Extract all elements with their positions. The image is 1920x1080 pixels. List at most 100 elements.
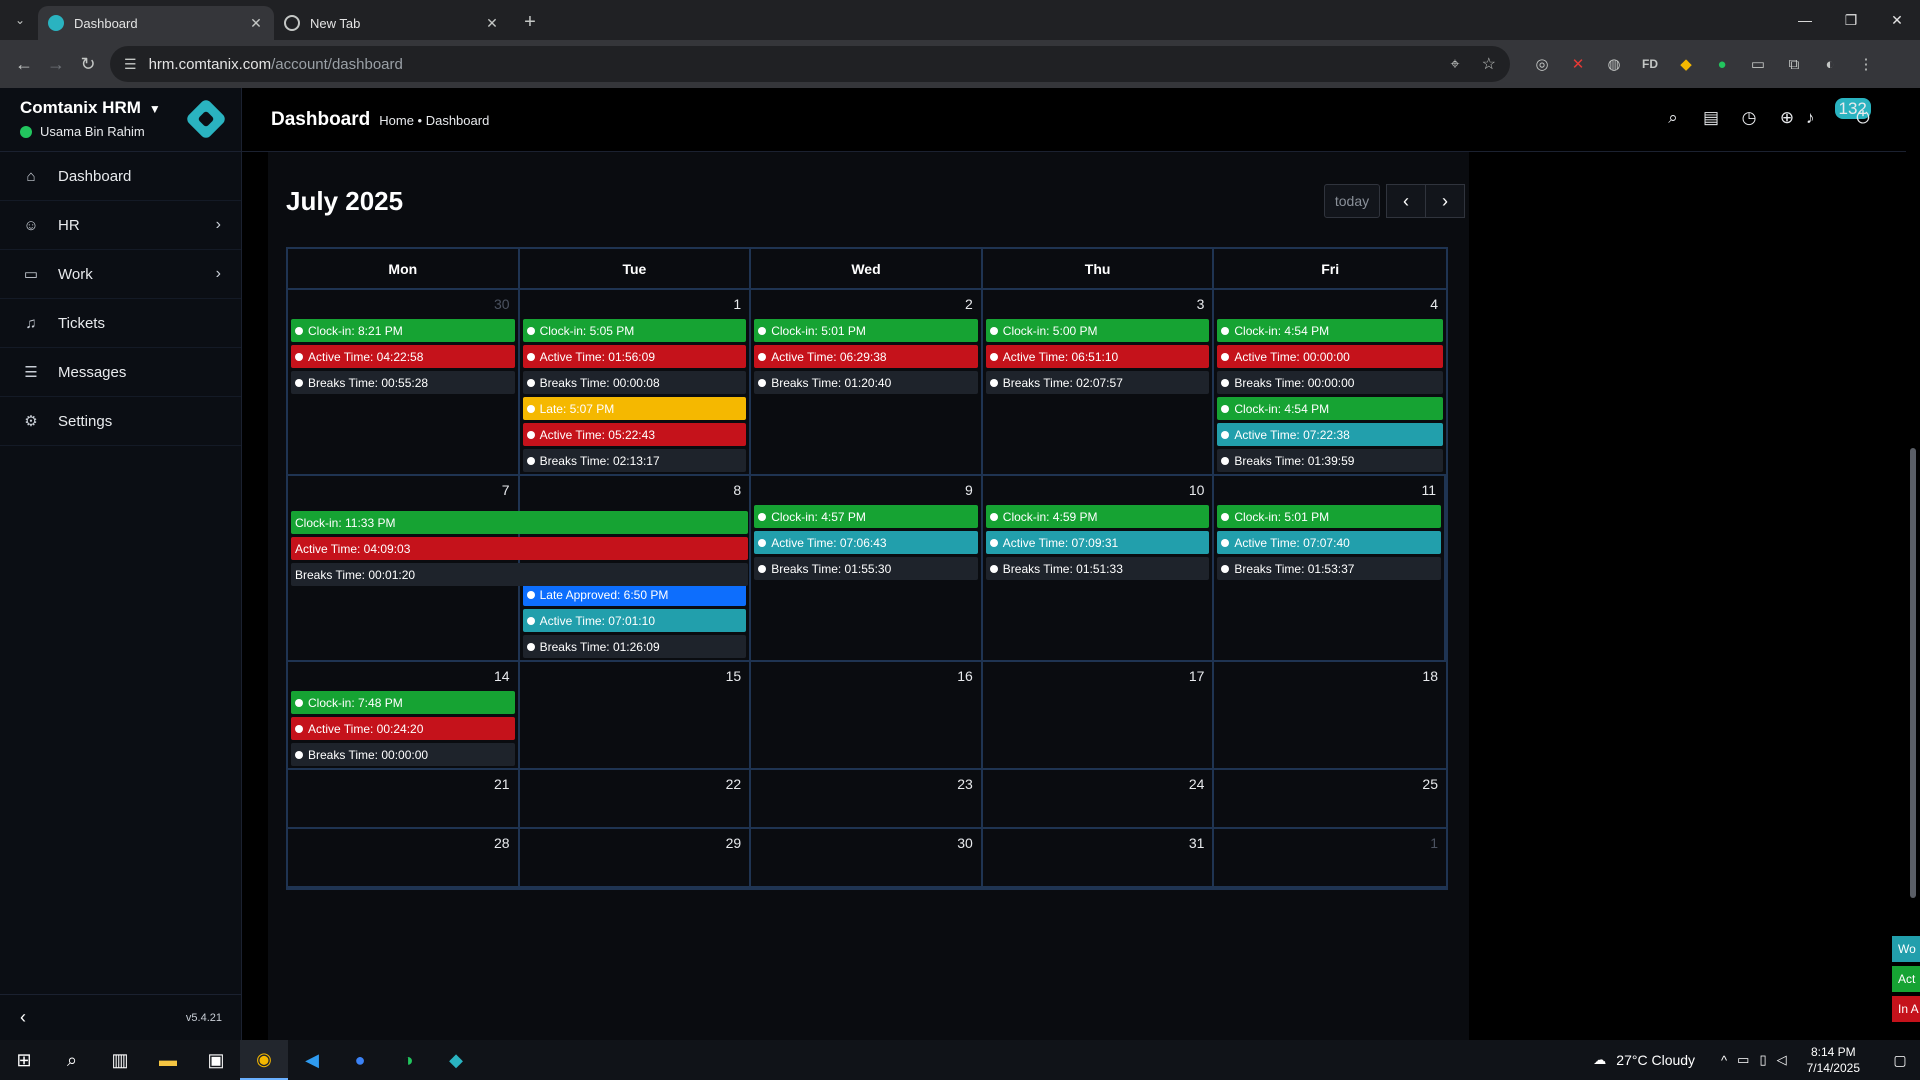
attendance-event[interactable]: Active Time: 06:29:38 [754, 345, 978, 368]
brand-header[interactable]: Comtanix HRM ▼ Usama Bin Rahim [0, 88, 241, 152]
calendar-day-cell[interactable]: 4 Clock-in: 4:54 PM Active Time: 00:00:00 B… [1214, 290, 1446, 474]
extension-glasses-icon[interactable]: ◎ [1524, 55, 1560, 73]
day-number[interactable]: 25 [1217, 776, 1443, 796]
multi-day-attendance-event[interactable]: Clock-in: 11:33 PM [291, 511, 748, 534]
day-number[interactable]: 21 [291, 776, 515, 796]
attendance-event[interactable]: Clock-in: 7:48 PM [291, 691, 515, 714]
page-scrollbar[interactable] [1906, 88, 1920, 1040]
day-number[interactable]: 3 [986, 296, 1210, 316]
task-view-icon[interactable]: ▥ [96, 1040, 144, 1080]
battery-icon[interactable]: ▭ [1737, 1052, 1749, 1068]
clock[interactable]: 8:14 PM 7/14/2025 [1807, 1044, 1860, 1076]
calendar-day-cell[interactable]: 15 [520, 662, 752, 768]
attendance-event[interactable]: Active Time: 01:56:09 [522, 345, 747, 368]
day-number[interactable]: 2 [754, 296, 978, 316]
attendance-event[interactable]: Late Approved: 6:50 PM [522, 583, 747, 606]
calendar-day-cell[interactable]: 10 Clock-in: 4:59 PM Active Time: 07:09:31… [983, 476, 1215, 660]
calendar-day-cell[interactable]: 30 Clock-in: 8:21 PM Active Time: 04:22:58… [288, 290, 520, 474]
extension-cast-icon[interactable]: ▭ [1740, 55, 1776, 73]
day-number[interactable]: 14 [291, 668, 515, 688]
attendance-event[interactable]: Active Time: 05:22:43 [522, 423, 747, 446]
attendance-event[interactable]: Breaks Time: 02:13:17 [522, 449, 747, 472]
calendar-day-cell[interactable]: 1 [1214, 829, 1446, 886]
site-info-icon[interactable]: ☰ [124, 56, 137, 73]
extension-fd-icon[interactable]: FD [1632, 57, 1668, 71]
attendance-event[interactable]: Breaks Time: 00:00:00 [291, 743, 515, 766]
attendance-event[interactable]: Active Time: 07:01:10 [522, 609, 747, 632]
day-number[interactable]: 23 [754, 776, 978, 796]
calendar-day-cell[interactable]: 30 [751, 829, 983, 886]
sidebar-item-settings[interactable]: ⚙ Settings [0, 397, 241, 446]
attendance-event[interactable]: Clock-in: 8:21 PM [291, 319, 515, 342]
attendance-event[interactable]: Active Time: 00:24:20 [291, 717, 515, 740]
calendar-day-cell[interactable]: 17 [983, 662, 1215, 768]
chevron-up-icon[interactable]: ^ [1721, 1053, 1727, 1068]
calendar-day-cell[interactable]: 1 Clock-in: 5:05 PM Active Time: 01:56:09 B… [520, 290, 752, 474]
attendance-event[interactable]: Breaks Time: 02:07:57 [985, 371, 1210, 394]
attendance-event[interactable]: Active Time: 00:00:00 [1217, 345, 1443, 368]
extension-x-icon[interactable]: ✕ [1560, 55, 1596, 73]
calendar-day-cell[interactable]: 18 [1214, 662, 1446, 768]
calendar-day-cell[interactable]: 25 [1214, 770, 1446, 827]
windows-start-icon[interactable]: ⊞ [0, 1040, 48, 1080]
sidebar-item-work[interactable]: ▭ Work › [0, 250, 241, 299]
attendance-event[interactable]: Clock-in: 5:01 PM [1217, 505, 1441, 528]
day-number[interactable]: 30 [291, 296, 515, 316]
day-number[interactable]: 4 [1217, 296, 1443, 316]
day-number[interactable]: 28 [291, 835, 515, 855]
attendance-event[interactable]: Active Time: 04:22:58 [291, 345, 515, 368]
calendar-day-cell[interactable]: 29 [520, 829, 752, 886]
extension-badge-icon[interactable]: ◆ [1668, 55, 1704, 73]
day-number[interactable]: 29 [523, 835, 747, 855]
extensions-puzzle-icon[interactable]: ⧉ [1776, 56, 1812, 73]
attendance-event[interactable]: Clock-in: 4:57 PM [754, 505, 978, 528]
day-number[interactable]: 1 [523, 296, 747, 316]
mongodb-compass-icon[interactable]: ◑ [384, 1040, 432, 1080]
multi-day-attendance-event[interactable]: Breaks Time: 00:01:20 [291, 563, 748, 586]
power-icon[interactable]: ⏻ [1844, 108, 1882, 128]
multi-day-attendance-event[interactable]: Active Time: 04:09:03 [291, 537, 748, 560]
attendance-event[interactable]: Breaks Time: 00:55:28 [291, 371, 515, 394]
address-bar[interactable]: ☰ hrm.comtanix.com/account/dashboard ⌖ ☆ [110, 46, 1510, 82]
location-icon[interactable]: ⌖ [1450, 56, 1459, 73]
close-window-icon[interactable]: ✕ [1874, 0, 1920, 40]
attendance-event[interactable]: Clock-in: 5:01 PM [754, 319, 978, 342]
attendance-event[interactable]: Breaks Time: 01:51:33 [985, 557, 1210, 580]
network-icon[interactable]: ▯ [1759, 1052, 1766, 1068]
back-icon[interactable]: ← [8, 48, 40, 80]
add-icon[interactable]: ⊕ [1768, 108, 1806, 128]
profile-avatar-icon[interactable]: ◐ [1812, 56, 1848, 73]
attendance-event[interactable]: Late: 5:07 PM [522, 397, 747, 420]
store-icon[interactable]: ▣ [192, 1040, 240, 1080]
attendance-event[interactable]: Clock-in: 5:05 PM [522, 319, 747, 342]
floating-status-tab[interactable]: In A [1892, 996, 1920, 1022]
attendance-event[interactable]: Clock-in: 5:00 PM [985, 319, 1210, 342]
file-explorer-icon[interactable]: ▬ [144, 1040, 192, 1080]
browser-tab-new[interactable]: New Tab ✕ [274, 6, 510, 40]
attendance-event[interactable]: Breaks Time: 01:39:59 [1217, 449, 1443, 472]
scrollbar-thumb[interactable] [1910, 448, 1916, 898]
attendance-event[interactable]: Active Time: 07:09:31 [985, 531, 1210, 554]
collapse-sidebar-icon[interactable]: ‹ [20, 1007, 26, 1028]
sidebar-item-dashboard[interactable]: ⌂ Dashboard [0, 152, 241, 201]
day-number[interactable]: 9 [754, 482, 978, 502]
day-number[interactable]: 15 [523, 668, 747, 688]
extension-globe-icon[interactable]: ◍ [1596, 55, 1632, 73]
attendance-event[interactable]: Breaks Time: 00:00:00 [1217, 371, 1443, 394]
calendar-day-cell[interactable]: 22 [520, 770, 752, 827]
calendar-day-cell[interactable]: 11 Clock-in: 5:01 PM Active Time: 07:07:40… [1214, 476, 1446, 660]
chevron-down-icon[interactable]: ▼ [149, 102, 161, 116]
notes-icon[interactable]: ▤ [1692, 108, 1730, 128]
calendar-day-cell[interactable]: 3 Clock-in: 5:00 PM Active Time: 06:51:10 B… [983, 290, 1215, 474]
calendar-day-cell[interactable]: 21 [288, 770, 520, 827]
bookmark-star-icon[interactable]: ☆ [1482, 56, 1496, 73]
clock-icon[interactable]: ◷ [1730, 108, 1768, 128]
calendar-day-cell[interactable]: 23 [751, 770, 983, 827]
attendance-event[interactable]: Active Time: 07:07:40 [1217, 531, 1441, 554]
attendance-event[interactable]: Active Time: 07:06:43 [754, 531, 978, 554]
day-number[interactable]: 24 [986, 776, 1210, 796]
sidebar-item-hr[interactable]: ☺ HR › [0, 201, 241, 250]
close-tab-icon[interactable]: ✕ [248, 15, 264, 32]
minimize-icon[interactable]: — [1782, 0, 1828, 40]
calendar-day-cell[interactable]: 14 Clock-in: 7:48 PM Active Time: 00:24:20… [288, 662, 520, 768]
